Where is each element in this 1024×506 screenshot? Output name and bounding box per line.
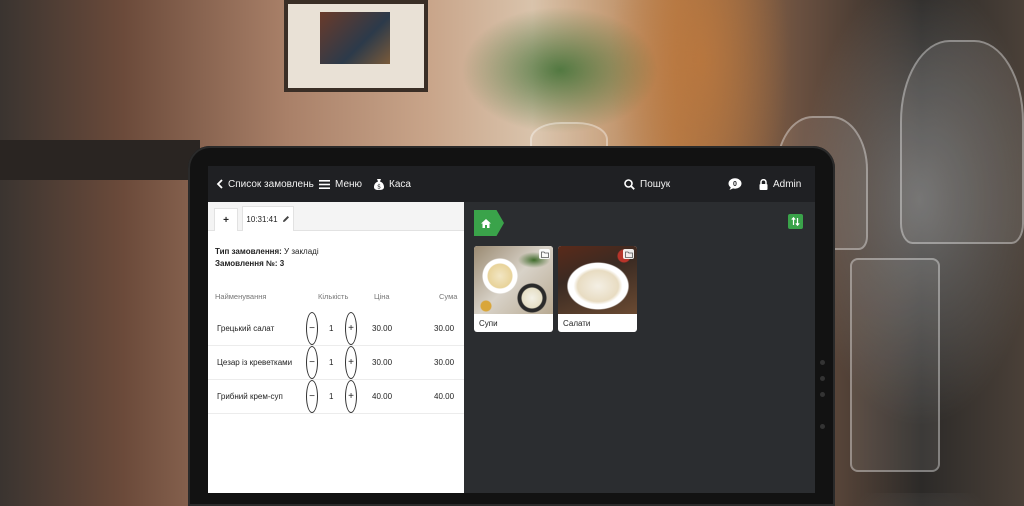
column-header-price: Ціна (374, 292, 390, 301)
item-price: 30.00 (372, 324, 393, 333)
order-panel: + 10:31:41 Тип замовлення: У закладі Зам… (208, 202, 464, 493)
increase-quantity-button[interactable]: + (345, 380, 357, 413)
order-tab-active[interactable]: 10:31:41 (242, 206, 294, 231)
pencil-icon[interactable] (282, 215, 290, 223)
menu-button[interactable]: Меню (319, 166, 362, 202)
device-button (820, 392, 825, 397)
column-header-name: Найменування (215, 292, 267, 301)
device-button (820, 424, 825, 429)
user-menu-button[interactable]: Admin (759, 166, 801, 202)
notification-count: 0 (733, 180, 737, 188)
home-icon (481, 218, 491, 228)
item-price: 40.00 (372, 392, 393, 401)
item-quantity: 1 (329, 392, 334, 401)
order-tab-time: 10:31:41 (246, 214, 278, 224)
hamburger-icon (319, 179, 330, 189)
item-sum: 40.00 (434, 392, 455, 401)
background-picture-frame (284, 0, 428, 92)
search-label: Пошук (640, 178, 671, 190)
order-number-label: Замовлення №: (215, 259, 278, 268)
catalog-panel: Супи Салати (464, 202, 815, 493)
order-item-row[interactable]: Грецький салат − 1 + 30.00 30.00 (208, 312, 464, 346)
order-info: Тип замовлення: У закладі Замовлення №: … (215, 246, 319, 270)
category-label: Супи (479, 318, 498, 328)
device-button (820, 360, 825, 365)
decrease-quantity-button[interactable]: − (306, 312, 318, 345)
top-navigation-bar: Список замовлень Меню $ Каса Пошук 0 Adm… (208, 166, 815, 202)
notifications-button[interactable]: 0 (728, 166, 742, 202)
svg-text:$: $ (377, 183, 381, 190)
chevron-left-icon (216, 179, 223, 189)
category-tile-salads[interactable]: Салати (558, 246, 637, 332)
folder-icon (539, 249, 550, 259)
item-sum: 30.00 (434, 324, 455, 333)
item-sum: 30.00 (434, 358, 455, 367)
search-button[interactable]: Пошук (624, 166, 670, 202)
chat-bubble-icon: 0 (728, 178, 742, 190)
orders-list-button[interactable]: Список замовлень (216, 166, 314, 202)
increase-quantity-button[interactable]: + (345, 312, 357, 345)
order-item-row[interactable]: Грибний крем-суп − 1 + 40.00 40.00 (208, 380, 464, 414)
sort-arrows-icon (791, 217, 800, 226)
item-name: Цезар із креветками (217, 358, 293, 367)
orders-list-label: Список замовлень (228, 178, 314, 190)
increase-quantity-button[interactable]: + (345, 346, 357, 379)
pos-screen: Список замовлень Меню $ Каса Пошук 0 Adm… (208, 166, 815, 493)
order-type-value: У закладі (284, 247, 319, 256)
decrease-quantity-button[interactable]: − (306, 346, 318, 379)
order-type-label: Тип замовлення: (215, 247, 282, 256)
search-icon (624, 178, 635, 190)
item-price: 30.00 (372, 358, 393, 367)
order-number-value: 3 (279, 259, 285, 268)
menu-label: Меню (335, 178, 363, 190)
lock-icon (759, 178, 768, 190)
item-quantity: 1 (329, 358, 334, 367)
background-water-glass (850, 258, 940, 472)
decrease-quantity-button[interactable]: − (306, 380, 318, 413)
add-order-tab-button[interactable]: + (214, 208, 238, 231)
background-table (0, 140, 200, 180)
item-name: Грецький салат (217, 324, 275, 333)
item-name: Грибний крем-суп (217, 392, 283, 401)
cash-register-button[interactable]: $ Каса (374, 166, 411, 202)
money-bag-icon: $ (374, 178, 384, 190)
category-label: Салати (563, 318, 591, 328)
column-header-sum: Сума (439, 292, 458, 301)
item-quantity: 1 (329, 324, 334, 333)
column-header-quantity: Кількість (318, 292, 349, 301)
user-label: Admin (773, 178, 802, 190)
category-tile-soups[interactable]: Супи (474, 246, 553, 332)
order-item-row[interactable]: Цезар із креветками − 1 + 30.00 30.00 (208, 346, 464, 380)
device-button (820, 376, 825, 381)
background-wine-glass (900, 40, 1024, 244)
order-tabs: + 10:31:41 (208, 202, 464, 231)
folder-icon (623, 249, 634, 259)
cash-label: Каса (389, 178, 411, 190)
sort-button[interactable] (788, 214, 803, 229)
home-breadcrumb-button[interactable] (474, 210, 504, 236)
